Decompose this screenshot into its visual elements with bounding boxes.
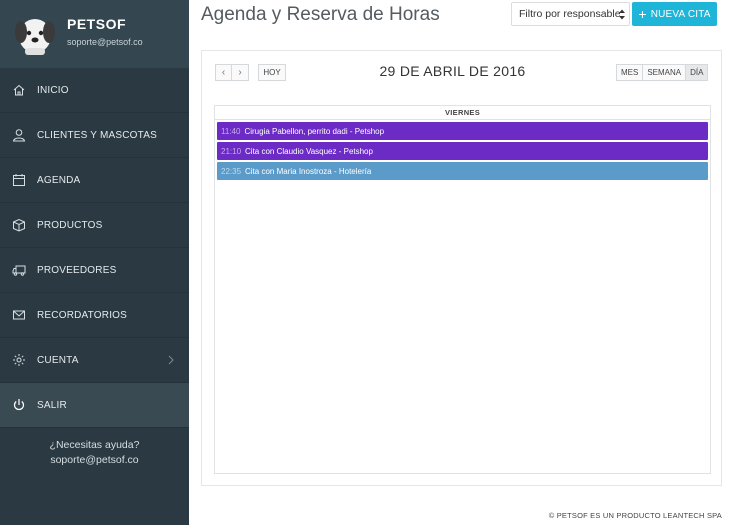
envelope-icon <box>12 310 25 320</box>
sidebar: PETSOF soporte@petsof.co INICIO CLIENTES… <box>0 0 189 525</box>
calendar-panel: ‹ › HOY 29 DE ABRIL DE 2016 MES SEMANA D… <box>201 50 722 486</box>
view-week-button[interactable]: SEMANA <box>643 64 687 81</box>
view-day-button[interactable]: DÍA <box>686 64 709 81</box>
day-grid: VIERNES 11:40 Cirugia Pabellon, perrito … <box>214 105 711 474</box>
box-icon <box>12 218 25 232</box>
event-title: Cita con Claudio Vasquez - Petshop <box>245 146 373 156</box>
sidebar-item-clientes[interactable]: CLIENTES Y MASCOTAS <box>0 113 189 158</box>
dog-avatar-icon <box>15 19 55 55</box>
plus-icon: + <box>638 6 647 22</box>
event-time: 11:40 <box>221 126 241 136</box>
sidebar-item-label: AGENDA <box>37 174 81 186</box>
select-arrows-icon <box>619 9 625 20</box>
calendar-event[interactable]: 21:10 Cita con Claudio Vasquez - Petshop <box>217 142 708 160</box>
chevron-right-icon <box>168 355 174 365</box>
calendar-event[interactable]: 11:40 Cirugia Pabellon, perrito dadi - P… <box>217 122 708 140</box>
profile-header: PETSOF soporte@petsof.co <box>0 0 189 68</box>
view-month-button[interactable]: MES <box>616 64 644 81</box>
sidebar-item-label: RECORDATORIOS <box>37 309 128 321</box>
help-text: ¿Necesitas ayuda? <box>49 439 140 451</box>
sidebar-item-label: INICIO <box>37 84 69 96</box>
sidebar-item-inicio[interactable]: INICIO <box>0 68 189 113</box>
footer-copyright: © PETSOF ES UN PRODUCTO LEANTECH SPA <box>548 511 722 520</box>
help-box: ¿Necesitas ayuda? soporte@petsof.co <box>0 438 189 468</box>
help-email-link[interactable]: soporte@petsof.co <box>0 453 189 468</box>
responsible-filter-select[interactable]: Filtro por responsable <box>511 2 630 26</box>
view-switcher: MES SEMANA DÍA <box>616 64 709 81</box>
sidebar-item-label: PRODUCTOS <box>37 219 103 231</box>
sidebar-menu: INICIO CLIENTES Y MASCOTAS AGENDA PRODUC… <box>0 68 189 428</box>
sidebar-item-label: PROVEEDORES <box>37 264 117 276</box>
power-icon <box>13 399 24 411</box>
event-time: 21:10 <box>221 146 242 156</box>
new-appointment-button[interactable]: + NUEVA CITA <box>632 2 717 26</box>
event-list: 11:40 Cirugia Pabellon, perrito dadi - P… <box>215 120 710 183</box>
calendar-icon <box>12 174 25 186</box>
gear-icon <box>12 354 25 366</box>
day-column-header: VIERNES <box>215 106 710 120</box>
calendar-event[interactable]: 22:35 Cita con Maria Inostroza - Hoteler… <box>217 162 708 180</box>
sidebar-item-recordatorios[interactable]: RECORDATORIOS <box>0 293 189 338</box>
brand-email: soporte@petsof.co <box>67 37 143 47</box>
sidebar-item-agenda[interactable]: AGENDA <box>0 158 189 203</box>
event-time: 22:35 <box>221 166 242 176</box>
event-title: Cirugia Pabellon, perrito dadi - Petshop <box>244 126 385 136</box>
sidebar-item-salir[interactable]: SALIR <box>0 383 189 428</box>
truck-icon <box>12 265 25 276</box>
sidebar-item-proveedores[interactable]: PROVEEDORES <box>0 248 189 293</box>
home-icon <box>13 84 24 96</box>
sidebar-item-label: CUENTA <box>37 354 79 366</box>
event-title: Cita con Maria Inostroza - Hotelería <box>245 166 372 176</box>
filter-selected-value: Filtro por responsable <box>519 8 621 20</box>
page-title: Agenda y Reserva de Horas <box>201 4 440 25</box>
brand-name: PETSOF <box>67 16 127 32</box>
sidebar-item-label: CLIENTES Y MASCOTAS <box>37 129 157 141</box>
user-icon <box>12 129 25 142</box>
sidebar-item-cuenta[interactable]: CUENTA <box>0 338 189 383</box>
sidebar-item-productos[interactable]: PRODUCTOS <box>0 203 189 248</box>
new-appointment-label: NUEVA CITA <box>650 8 711 20</box>
sidebar-item-label: SALIR <box>37 399 67 411</box>
